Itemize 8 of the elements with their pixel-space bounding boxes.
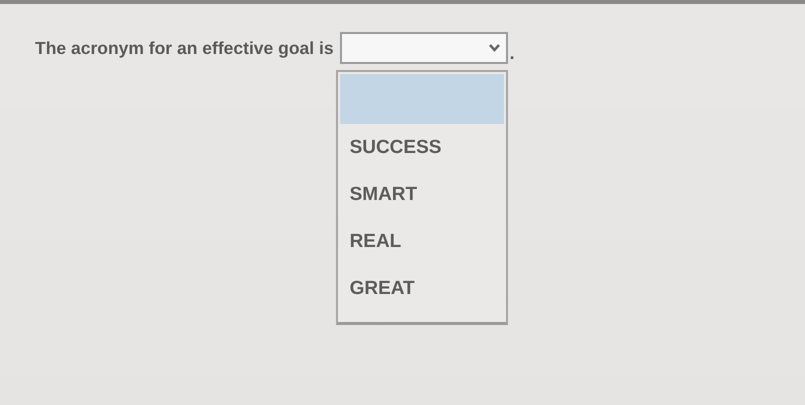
question-text: The acronym for an effective goal is <box>35 38 334 58</box>
dropdown-option[interactable]: REAL <box>340 218 504 265</box>
chevron-icon <box>488 44 500 52</box>
period-text: . <box>510 43 514 64</box>
answer-dropdown[interactable] <box>340 32 508 64</box>
dropdown-option[interactable]: SMART <box>340 171 504 218</box>
dropdown-option[interactable]: SUCCESS <box>340 124 504 171</box>
dropdown-option[interactable]: GREAT <box>340 265 504 312</box>
